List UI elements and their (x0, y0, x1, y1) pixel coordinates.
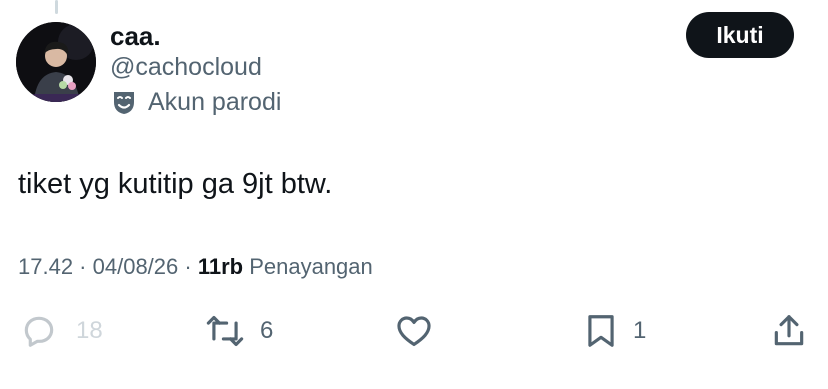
meta-separator: · (73, 254, 93, 279)
reply-button[interactable]: 18 (20, 308, 103, 354)
action-bar: 18 6 1 (0, 308, 828, 354)
share-button[interactable] (770, 308, 808, 354)
parody-mask-icon (110, 88, 138, 116)
like-button[interactable] (394, 308, 434, 354)
avatar[interactable] (16, 22, 96, 102)
reply-count: 18 (76, 317, 103, 344)
views-label: Penayangan (243, 254, 373, 279)
tweet-time[interactable]: 17.42 (18, 254, 73, 279)
views-count[interactable]: 11rb (198, 254, 243, 279)
parody-account-label: Akun parodi (110, 86, 281, 118)
user-handle[interactable]: @cachocloud (110, 52, 262, 82)
bookmark-button[interactable]: 1 (583, 308, 646, 354)
display-name[interactable]: caa. (110, 20, 161, 52)
retweet-count: 6 (260, 317, 274, 344)
bookmark-icon (583, 312, 619, 350)
share-icon (770, 312, 808, 350)
tweet-date[interactable]: 04/08/26 (93, 254, 179, 279)
retweet-icon (204, 312, 246, 350)
tweet-meta: 17.42 · 04/08/26 · 11rb Penayangan (18, 253, 373, 281)
profile-photo (16, 22, 96, 102)
bookmark-count: 1 (633, 317, 647, 344)
heart-icon (394, 312, 434, 350)
thread-connector-line (55, 0, 58, 14)
retweet-button[interactable]: 6 (204, 308, 273, 354)
meta-separator: · (178, 254, 198, 279)
follow-button[interactable]: Ikuti (686, 12, 794, 58)
reply-icon (20, 312, 58, 350)
parody-label-text: Akun parodi (148, 88, 282, 116)
tweet-text: tiket yg kutitip ga 9jt btw. (18, 168, 333, 200)
